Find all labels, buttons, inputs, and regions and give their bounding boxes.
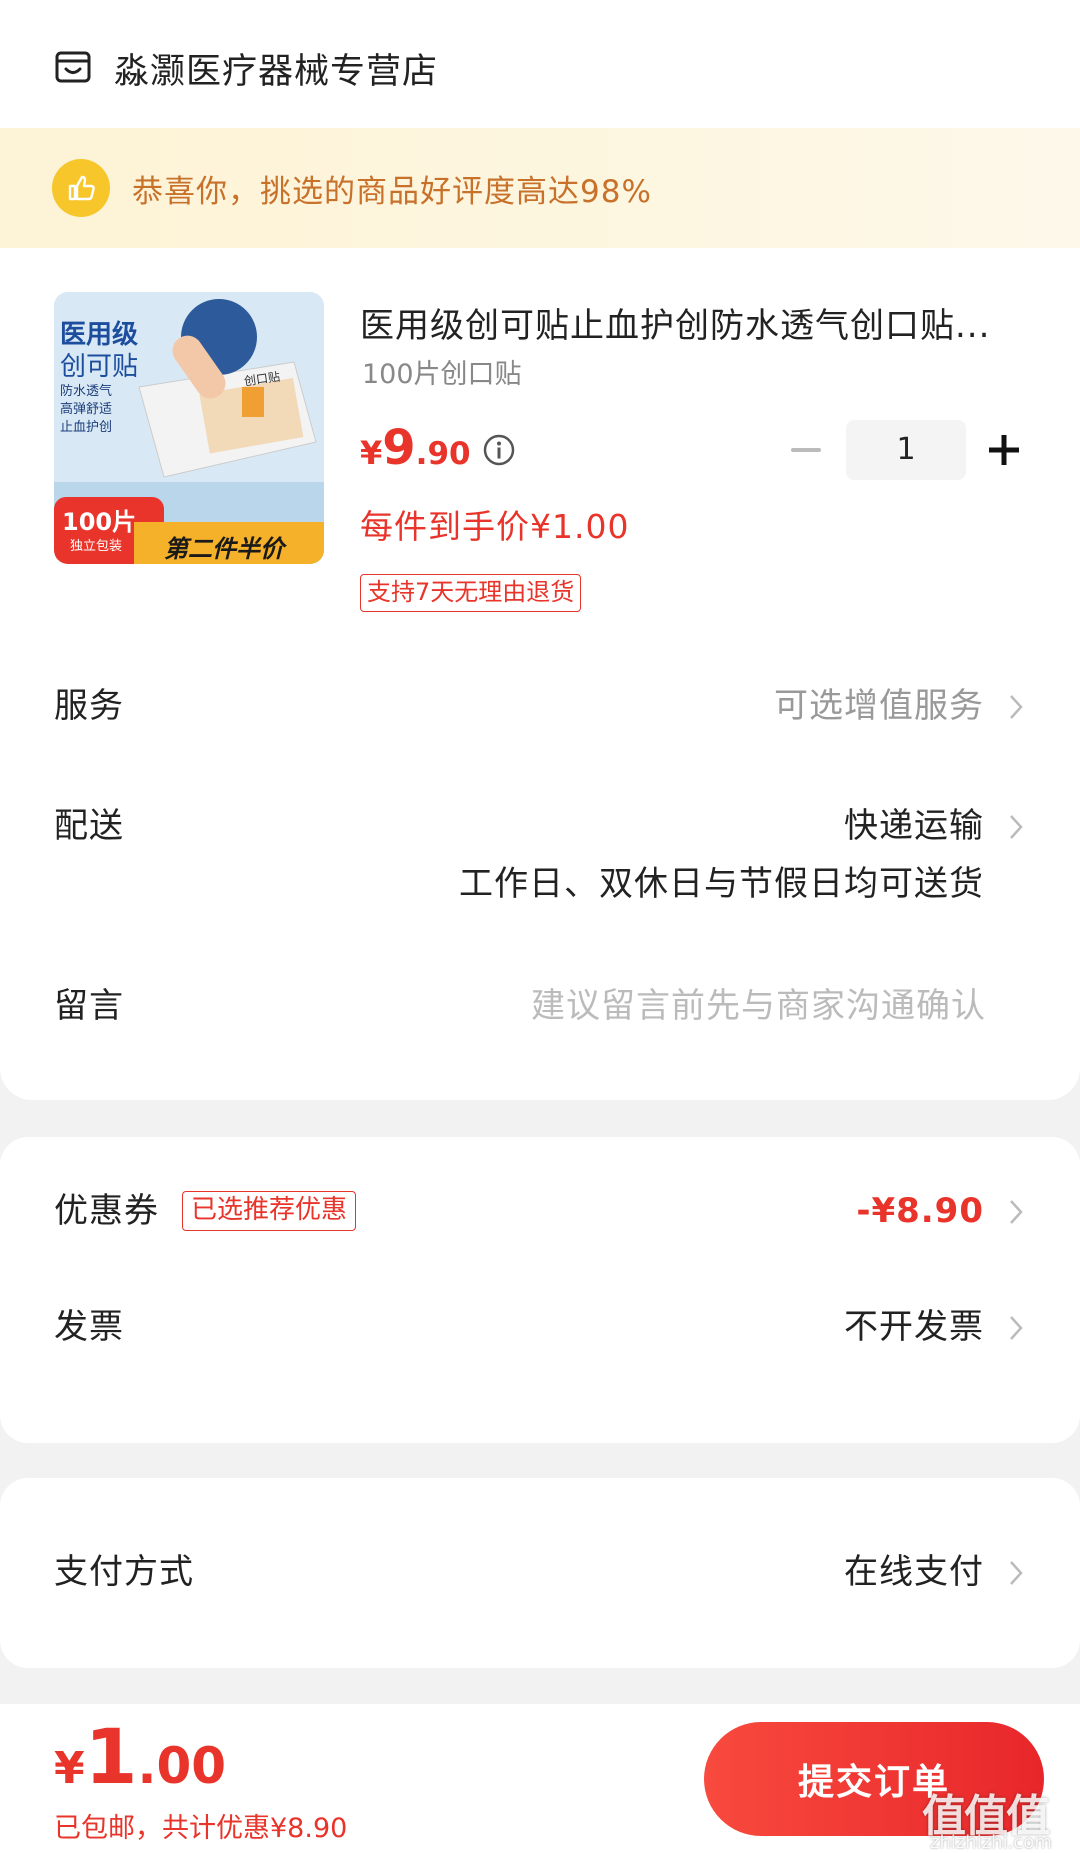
message-label: 留言 bbox=[54, 986, 124, 1026]
invoice-row[interactable]: 发票 不开发票 bbox=[54, 1297, 1026, 1357]
image-count-badge: 100片 bbox=[62, 508, 137, 536]
message-input[interactable]: 建议留言前先与商家沟通确认 bbox=[531, 976, 986, 1036]
invoice-value: 不开发票 bbox=[844, 1307, 984, 1347]
total-price: ¥ 1 .00 bbox=[54, 1712, 226, 1801]
chevron-right-icon bbox=[1010, 1200, 1023, 1224]
service-row[interactable]: 服务 可选增值服务 bbox=[54, 676, 1026, 736]
total-integer: 1 bbox=[84, 1712, 138, 1801]
watermark-url: zhizhizhi.com bbox=[930, 1832, 1052, 1853]
total-note: 已包邮，共计优惠¥8.90 bbox=[54, 1813, 348, 1844]
store-header[interactable]: 淼灏医疗器械专营店 bbox=[54, 42, 438, 94]
service-label: 服务 bbox=[54, 686, 124, 726]
chevron-right-icon bbox=[1010, 695, 1023, 719]
chevron-right-icon bbox=[1010, 1561, 1023, 1585]
payment-value: 在线支付 bbox=[844, 1552, 984, 1592]
invoice-label: 发票 bbox=[54, 1307, 124, 1347]
product-title[interactable]: 医用级创可贴止血护创防水透气创口贴... bbox=[360, 298, 1020, 347]
chevron-right-icon bbox=[1010, 1316, 1023, 1340]
store-name: 淼灏医疗器械专营店 bbox=[114, 51, 439, 92]
order-card: 淼灏医疗器械专营店 恭喜你，挑选的商品好评度高达98% 医用级 创可贴 防水透气… bbox=[0, 0, 1080, 1100]
quantity-increase-button[interactable] bbox=[986, 432, 1022, 468]
quantity-input[interactable]: 1 bbox=[846, 420, 966, 480]
delivery-value: 快递运输 bbox=[844, 806, 984, 846]
chevron-right-icon bbox=[1010, 815, 1023, 839]
coupon-label: 优惠券 bbox=[54, 1191, 159, 1231]
payment-card: 支付方式 在线支付 bbox=[0, 1478, 1080, 1668]
image-feature-1: 防水透气 bbox=[60, 384, 113, 399]
per-item-price: 每件到手价¥1.00 bbox=[360, 507, 630, 546]
product-image[interactable]: 医用级 创可贴 防水透气 高弹舒适 止血护创 创口贴 100片 独立包装 第二件… bbox=[54, 292, 324, 564]
banner-text: 恭喜你，挑选的商品好评度高达98% bbox=[132, 173, 652, 210]
service-value: 可选增值服务 bbox=[774, 686, 984, 726]
store-icon bbox=[55, 51, 91, 83]
price-integer: 9 bbox=[382, 420, 416, 476]
coupon-row[interactable]: 优惠券 已选推荐优惠 -¥8.90 bbox=[54, 1181, 1026, 1241]
rating-banner: 恭喜你，挑选的商品好评度高达98% bbox=[0, 128, 1080, 248]
coupon-selected-tag: 已选推荐优惠 bbox=[182, 1191, 357, 1231]
delivery-row[interactable]: 配送 快递运输 工作日、双休日与节假日均可送货 bbox=[54, 796, 1026, 904]
quantity-decrease-button[interactable] bbox=[786, 420, 826, 480]
price-symbol: ¥ bbox=[360, 434, 383, 472]
minus-icon bbox=[791, 448, 821, 452]
message-row[interactable]: 留言 建议留言前先与商家沟通确认 bbox=[54, 976, 1026, 1036]
return-policy-tag: 支持7天无理由退货 bbox=[360, 574, 582, 612]
image-promo: 第二件半价 bbox=[164, 535, 284, 563]
image-count-sub: 独立包装 bbox=[70, 539, 123, 554]
delivery-schedule: 工作日、双休日与节假日均可送货 bbox=[459, 864, 984, 904]
thumbs-up-icon bbox=[52, 159, 110, 217]
coupon-value: -¥8.90 bbox=[856, 1191, 984, 1231]
total-symbol: ¥ bbox=[54, 1743, 85, 1794]
total-decimal: .00 bbox=[137, 1737, 227, 1795]
discount-card: 优惠券 已选推荐优惠 -¥8.90 发票 不开发票 bbox=[0, 1137, 1080, 1443]
info-icon[interactable] bbox=[482, 433, 516, 467]
watermark-logo: 值值值 bbox=[922, 1791, 1050, 1842]
product-spec: 100片创口贴 bbox=[362, 359, 522, 390]
payment-row[interactable]: 支付方式 在线支付 bbox=[54, 1542, 1026, 1602]
price-decimal: .90 bbox=[415, 436, 471, 472]
delivery-label: 配送 bbox=[54, 806, 124, 846]
image-feature-2: 高弹舒适 bbox=[60, 402, 113, 417]
payment-label: 支付方式 bbox=[54, 1552, 194, 1592]
product-price: ¥ 9 .90 bbox=[360, 420, 471, 476]
image-title-2: 创可贴 bbox=[60, 352, 139, 382]
image-feature-3: 止血护创 bbox=[60, 420, 113, 435]
checkout-bar: ¥ 1 .00 已包邮，共计优惠¥8.90 提交订单 bbox=[0, 1704, 1080, 1853]
